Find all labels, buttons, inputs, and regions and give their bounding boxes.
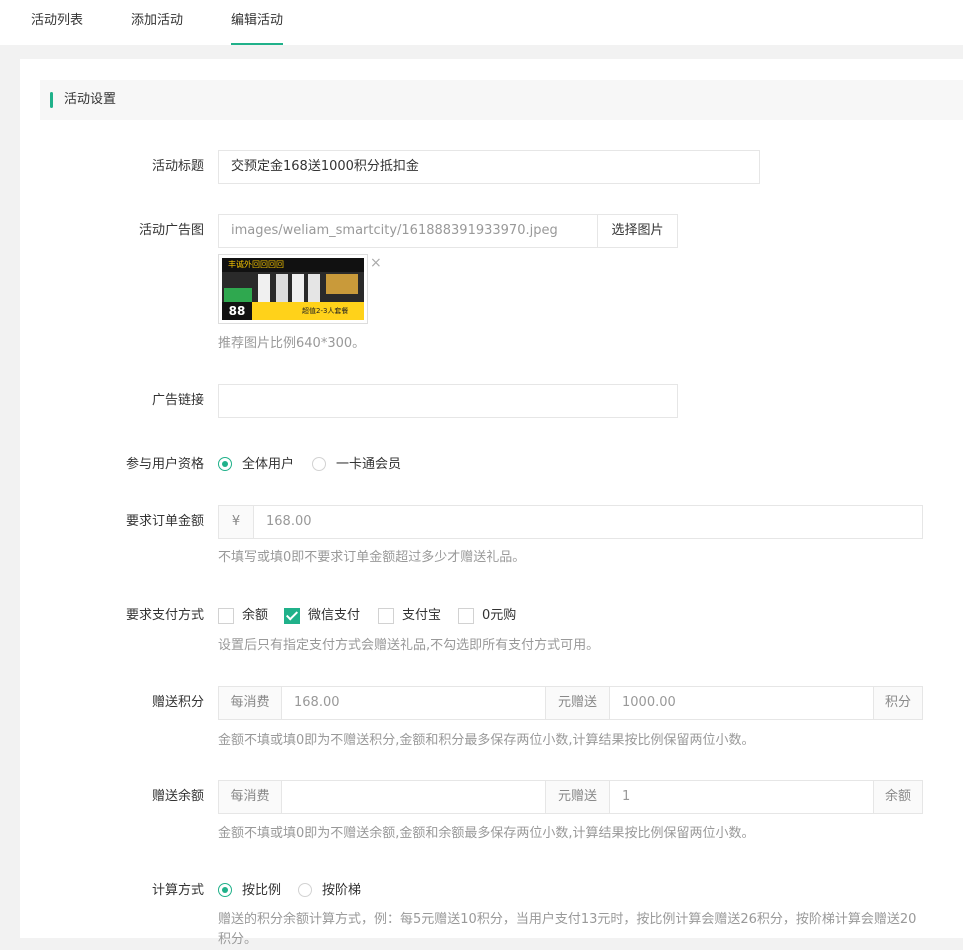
- points-amount-input[interactable]: 1000.00: [609, 686, 874, 720]
- checkbox-box: [218, 608, 234, 624]
- order-amount-input[interactable]: 168.00: [253, 505, 923, 539]
- ad-image-path-input[interactable]: images/weliam_smartcity/161888391933970.…: [218, 214, 598, 248]
- thumb-badge-text: 88: [222, 302, 252, 320]
- gift-balance-help: 金额不填或填0即为不赠送余额,金额和余额最多保存两位小数,计算结果按比例保留两位…: [218, 826, 755, 841]
- gift-points-label: 赠送积分: [151, 695, 204, 710]
- radio-dot: [218, 457, 232, 471]
- select-image-button[interactable]: 选择图片: [597, 214, 678, 248]
- radio-card-members[interactable]: 一卡通会员: [312, 455, 412, 475]
- section-header: 活动设置: [40, 80, 963, 120]
- tab-activity-list[interactable]: 活动列表: [31, 0, 83, 45]
- radio-all-users[interactable]: 全体用户: [218, 455, 303, 475]
- user-qual-label: 参与用户资格: [125, 457, 204, 472]
- balance-yuan-gift-addon: 元赠送: [545, 780, 610, 814]
- balance-per-spend-prefix: 每消费: [218, 780, 282, 814]
- checkbox-zero-purchase[interactable]: 0元购: [458, 606, 528, 626]
- section-accent-bar: [50, 92, 53, 108]
- points-spend-amount-input[interactable]: 168.00: [281, 686, 546, 720]
- thumb-banner-text: 丰诚外回回回回: [228, 260, 284, 269]
- checkbox-wechat-pay[interactable]: 微信支付: [284, 606, 374, 626]
- ad-link-label: 广告链接: [151, 393, 204, 408]
- tab-edit-activity[interactable]: 编辑活动: [231, 0, 284, 45]
- balance-suffix: 余额: [873, 780, 923, 814]
- radio-dot: [298, 883, 312, 897]
- ad-link-input[interactable]: [218, 384, 678, 418]
- currency-prefix: ¥: [218, 505, 254, 539]
- pay-methods-help: 设置后只有指定支付方式会赠送礼品,不勾选即所有支付方式可用。: [218, 638, 600, 653]
- checkbox-alipay[interactable]: 支付宝: [378, 606, 453, 626]
- radio-proportional[interactable]: 按比例: [218, 881, 288, 901]
- points-per-spend-prefix: 每消费: [218, 686, 282, 720]
- tab-bar: 活动列表 添加活动 编辑活动: [0, 0, 963, 45]
- radio-dot: [218, 883, 232, 897]
- balance-spend-amount-input[interactable]: [281, 780, 546, 814]
- points-yuan-gift-addon: 元赠送: [545, 686, 610, 720]
- ad-image-label: 活动广告图: [138, 223, 204, 238]
- ad-image-thumbnail: 丰诚外回回回回 88 超值2-3人套餐: [218, 254, 368, 324]
- order-amount-label: 要求订单金额: [125, 514, 204, 529]
- title-label: 活动标题: [151, 159, 204, 174]
- order-amount-help: 不填写或填0即不要求订单金额超过多少才赠送礼品。: [218, 550, 526, 565]
- calc-method-help: 赠送的积分余额计算方式，例：每5元赠送10积分，当用户支付13元时，按比例计算会…: [218, 912, 917, 947]
- section-title: 活动设置: [64, 92, 117, 107]
- pay-methods-label: 要求支付方式: [125, 608, 204, 623]
- gift-balance-label: 赠送余额: [151, 789, 204, 804]
- balance-amount-input[interactable]: 1: [609, 780, 874, 814]
- checkmark-icon: [284, 608, 300, 624]
- ad-image-help: 推荐图片比例640*300。: [218, 336, 366, 351]
- radio-tiered[interactable]: 按阶梯: [298, 881, 368, 901]
- title-input[interactable]: 交预定金168送1000积分抵扣金: [218, 150, 760, 184]
- tab-add-activity[interactable]: 添加活动: [131, 0, 183, 45]
- remove-image-icon[interactable]: ×: [370, 256, 382, 270]
- form-panel: 活动设置 活动标题 交预定金168送1000积分抵扣金 活动广告图 images…: [20, 59, 963, 947]
- checkbox-box: [378, 608, 394, 624]
- gift-points-help: 金额不填或填0即为不赠送积分,金额和积分最多保存两位小数,计算结果按比例保留两位…: [218, 733, 755, 748]
- thumb-bottom-text: 超值2-3人套餐: [302, 307, 349, 315]
- points-suffix: 积分: [873, 686, 923, 720]
- checkbox-balance[interactable]: 余额: [218, 606, 278, 626]
- ad-image-preview: 丰诚外回回回回 88 超值2-3人套餐: [222, 258, 364, 320]
- checkbox-box: [458, 608, 474, 624]
- radio-dot: [312, 457, 326, 471]
- calc-method-label: 计算方式: [151, 883, 204, 898]
